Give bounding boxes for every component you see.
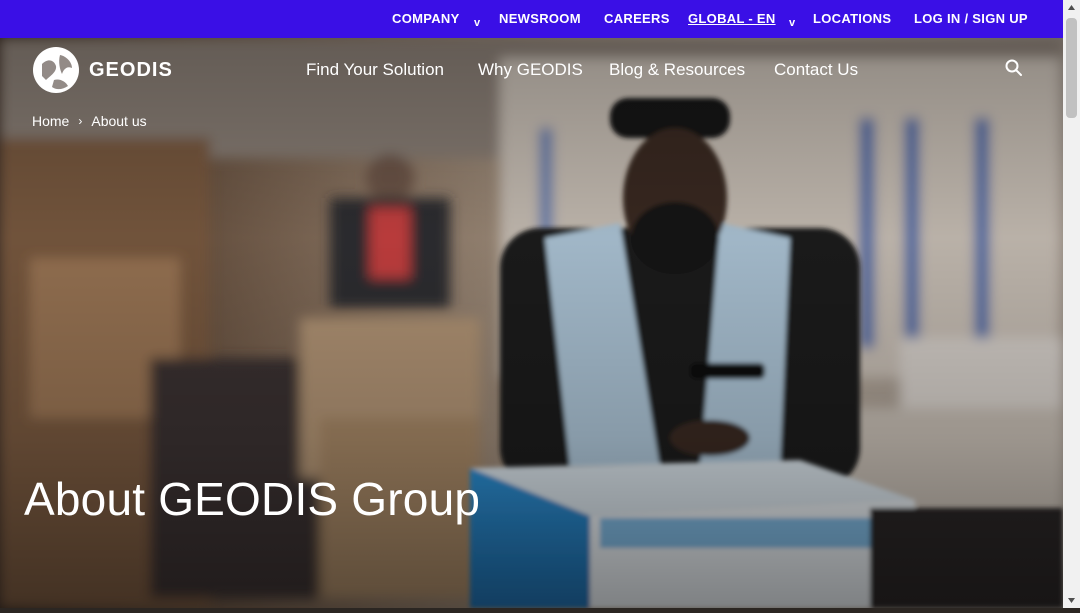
- topbar-login-link[interactable]: LOG IN / SIGN UP: [914, 0, 1028, 38]
- language-dropdown-caret[interactable]: v: [789, 4, 795, 42]
- nav-why-geodis[interactable]: Why GEODIS: [478, 58, 583, 82]
- scroll-up-arrow-icon[interactable]: [1063, 0, 1080, 16]
- search-icon: [1005, 59, 1022, 76]
- nav-find-your-solution[interactable]: Find Your Solution: [306, 58, 444, 82]
- scrollbar-thumb[interactable]: [1066, 18, 1077, 118]
- breadcrumb: Home › About us: [32, 112, 147, 130]
- nav-blog-resources[interactable]: Blog & Resources: [609, 58, 745, 82]
- top-utility-bar: COMPANY v NEWSROOM CAREERS GLOBAL - EN v…: [0, 0, 1063, 38]
- topbar-company-link[interactable]: COMPANY: [392, 0, 460, 38]
- company-dropdown-caret[interactable]: v: [474, 4, 480, 42]
- logo-wordmark: GEODIS: [89, 58, 173, 81]
- breadcrumb-separator-icon: ›: [78, 114, 83, 128]
- globe-logo-icon: [33, 47, 79, 93]
- search-button[interactable]: [1004, 58, 1024, 78]
- breadcrumb-home-link[interactable]: Home: [32, 113, 69, 129]
- breadcrumb-current-page: About us: [91, 113, 147, 129]
- topbar-language-selector[interactable]: GLOBAL - EN: [688, 0, 776, 38]
- page-title: About GEODIS Group: [24, 473, 481, 525]
- topbar-newsroom-link[interactable]: NEWSROOM: [499, 0, 581, 38]
- geodis-logo[interactable]: GEODIS: [32, 46, 173, 94]
- topbar-careers-link[interactable]: CAREERS: [604, 0, 670, 38]
- nav-contact-us[interactable]: Contact Us: [774, 58, 858, 82]
- page-scrollbar[interactable]: [1063, 0, 1080, 608]
- scroll-down-arrow-icon[interactable]: [1063, 592, 1080, 608]
- topbar-locations-link[interactable]: LOCATIONS: [813, 0, 891, 38]
